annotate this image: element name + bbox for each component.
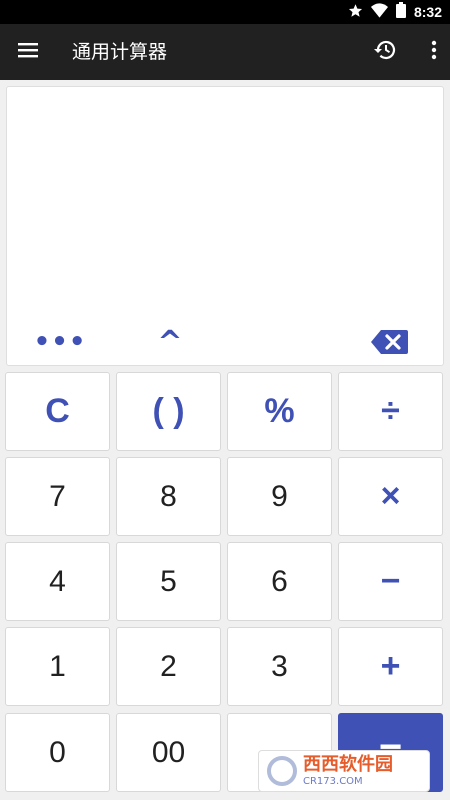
minus-button[interactable]: −: [338, 542, 443, 621]
status-icons: 8:32: [348, 0, 442, 24]
watermark-sub-text: CR173.COM: [303, 775, 363, 787]
watermark-circle-icon: [267, 756, 297, 786]
clear-button[interactable]: C: [5, 372, 110, 451]
digit-7-button[interactable]: 7: [5, 457, 110, 536]
status-time: 8:32: [413, 4, 442, 20]
watermark-main-text: 西西软件园: [303, 753, 393, 775]
digit-8-button[interactable]: 8: [116, 457, 221, 536]
percent-button[interactable]: %: [227, 372, 332, 451]
digit-0-button[interactable]: 0: [5, 713, 110, 792]
app-toolbar: 通用计算器: [0, 24, 450, 80]
power-button[interactable]: ^: [150, 322, 190, 362]
more-functions-button[interactable]: •••: [34, 322, 86, 362]
more-vertical-icon: [431, 40, 437, 64]
more-options-button[interactable]: [430, 37, 438, 67]
multiply-button[interactable]: ×: [338, 457, 443, 536]
digit-6-button[interactable]: 6: [227, 542, 332, 621]
digit-1-button[interactable]: 1: [5, 627, 110, 706]
app-title: 通用计算器: [72, 41, 168, 63]
history-button[interactable]: [370, 37, 400, 67]
digit-4-button[interactable]: 4: [5, 542, 110, 621]
history-icon: [373, 38, 397, 66]
watermark-logo: 西西软件园 CR173.COM: [258, 750, 430, 792]
battery-icon: [395, 2, 406, 22]
divide-button[interactable]: ÷: [338, 372, 443, 451]
digit-2-button[interactable]: 2: [116, 627, 221, 706]
backspace-button[interactable]: [370, 324, 410, 364]
backspace-icon: [371, 328, 409, 360]
parentheses-button[interactable]: ( ): [116, 372, 221, 451]
plus-button[interactable]: +: [338, 627, 443, 706]
digit-3-button[interactable]: 3: [227, 627, 332, 706]
wifi-icon: [370, 2, 388, 22]
digit-5-button[interactable]: 5: [116, 542, 221, 621]
star-icon: [348, 3, 363, 22]
digit-9-button[interactable]: 9: [227, 457, 332, 536]
status-bar: 8:32: [0, 0, 450, 24]
menu-button[interactable]: [12, 36, 44, 68]
hamburger-menu-icon: [18, 42, 38, 62]
double-zero-button[interactable]: 00: [116, 713, 221, 792]
